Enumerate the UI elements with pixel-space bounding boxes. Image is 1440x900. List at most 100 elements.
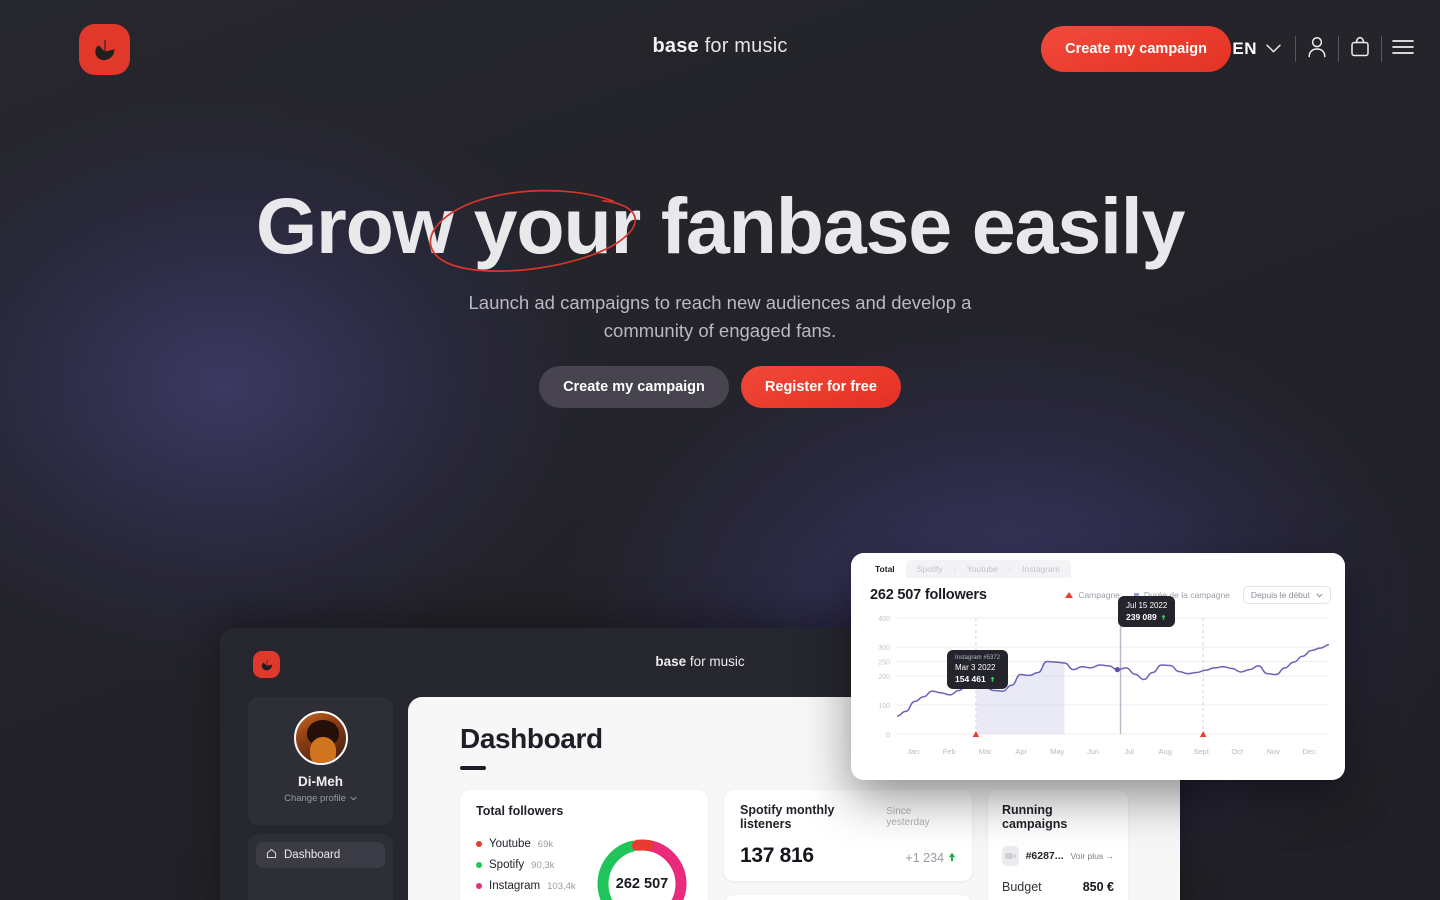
tab-total[interactable]: Total (864, 560, 906, 578)
arrow-up-icon (948, 851, 956, 865)
svg-text:Mar: Mar (979, 747, 992, 756)
followers-chart-card: Total Spotify | Youtube | Instagram 262 … (851, 553, 1345, 780)
svg-text:100: 100 (878, 703, 890, 710)
header-actions: EN (1232, 30, 1424, 68)
dashboard-cards: Total followers Youtube 69k Spotify 90,3… (460, 790, 1180, 900)
headline-part-2: fanbase easily (660, 181, 1186, 270)
brand-bold: base (652, 35, 699, 57)
svg-text:0: 0 (886, 732, 890, 739)
svg-text:200: 200 (878, 674, 890, 681)
svg-text:250: 250 (878, 660, 890, 667)
spotify-card-since: Since yesterday (886, 806, 930, 828)
chart-tabs: Total Spotify | Youtube | Instagram (851, 553, 1345, 578)
hero-actions: Create my campaign Register for free (0, 366, 1440, 408)
tab-youtube[interactable]: Youtube (956, 560, 1009, 578)
tab-instagram[interactable]: Instagram (1011, 560, 1071, 578)
tooltip-value: 239 089 (1126, 612, 1157, 622)
svg-text:Aug: Aug (1159, 747, 1172, 756)
account-button[interactable] (1296, 30, 1338, 68)
cart-button[interactable] (1339, 30, 1381, 68)
svg-text:Nov: Nov (1267, 747, 1281, 756)
video-icon (1002, 846, 1019, 866)
stat-cards-column: Spotify monthly listeners Since yesterda… (724, 790, 972, 900)
menu-button[interactable] (1382, 30, 1424, 68)
sidebar-item-label: Dashboard (284, 849, 341, 861)
svg-text:300: 300 (878, 645, 890, 652)
running-campaigns-card: Running campaigns #6287... Voir plus → B… (988, 790, 1128, 900)
profile-name: Di-Meh (298, 774, 343, 789)
legend-value: 69k (537, 838, 554, 850)
legend-label: Campagne (1078, 590, 1120, 600)
legend-value: 90,3k (531, 859, 555, 871)
arrow-up-icon (990, 674, 995, 684)
language-selector[interactable]: EN (1232, 39, 1295, 59)
subtitle-line-1: Launch ad campaigns to reach new audienc… (468, 292, 972, 313)
range-select-value: Depuis le début (1250, 590, 1310, 600)
followers-line-chart: 0 100 200 250 300 400 Jan Feb Mar Apr May Jun Jul Aug… (851, 596, 1345, 773)
svg-text:Jul: Jul (1124, 747, 1134, 756)
mockup-profile-card: Di-Meh Change profile (248, 697, 393, 825)
mockup-brand-bold: base (655, 654, 687, 669)
svg-text:Apr: Apr (1015, 747, 1027, 756)
chart-total-label: 262 507 followers (870, 587, 987, 603)
chart-tooltip-1: Instagram #5372 Mar 3 2022 154 461 (947, 650, 1009, 689)
chevron-down-icon (1316, 590, 1323, 600)
shopping-bag-icon (1349, 35, 1371, 63)
chart-range-select[interactable]: Depuis le début (1242, 586, 1331, 604)
hero-subtitle: Launch ad campaigns to reach new audienc… (0, 289, 1440, 345)
budget-label: Budget (1002, 880, 1042, 894)
spotify-listeners-card: Spotify monthly listeners Since yesterda… (724, 790, 972, 881)
tab-spotify[interactable]: Spotify (906, 560, 954, 578)
svg-text:Dec: Dec (1303, 747, 1317, 756)
hero-register-button[interactable]: Register for free (740, 366, 901, 408)
chevron-down-icon (350, 793, 357, 804)
total-followers-title: Total followers (476, 804, 564, 818)
svg-text:Sept: Sept (1193, 747, 1209, 756)
arrow-up-icon (1161, 612, 1166, 622)
spotify-card-value: 137 816 (740, 844, 814, 867)
spotify-card-delta: +1 234 (905, 851, 956, 865)
delta-text: +1 234 (905, 851, 944, 865)
mockup-brand-regular: for music (689, 654, 745, 669)
svg-text:400: 400 (878, 616, 890, 623)
donut-center-value: 262 507 (615, 876, 669, 892)
instagram-color-dot (476, 883, 482, 889)
title-underline (460, 766, 486, 770)
spotify-card-label: Spotify monthly listeners (740, 803, 835, 831)
campaigns-title: Running campaigns (1002, 803, 1068, 831)
campaign-id: #6287... (1025, 850, 1064, 862)
tooltip-date: Jul 15 2022 (1126, 601, 1168, 610)
hero-create-campaign-button[interactable]: Create my campaign (539, 366, 729, 408)
change-profile-label: Change profile (284, 793, 346, 804)
chart-header-row: 262 507 followers Campagne Durée de la c… (851, 578, 1345, 604)
svg-text:Oct: Oct (1231, 747, 1244, 756)
header-create-campaign-button[interactable]: Create my campaign (1041, 26, 1231, 72)
landing-page: base for music Create my campaign EN Gro… (0, 0, 1440, 900)
youtube-color-dot (476, 841, 482, 847)
home-icon (266, 848, 277, 862)
legend-campagne: Campagne (1065, 590, 1120, 600)
youtube-views-card: Youtube monthly views Since yesterday (724, 895, 972, 900)
legend-label: Instagram (489, 880, 541, 892)
chart-tooltip-2: Jul 15 2022 239 089 (1118, 596, 1176, 627)
legend-label: Youtube (489, 838, 531, 850)
sidebar-item-dashboard[interactable]: Dashboard (256, 842, 385, 868)
total-followers-card: Total followers Youtube 69k Spotify 90,3… (460, 790, 708, 900)
triangle-marker-icon (1065, 592, 1074, 598)
chevron-down-icon (1266, 40, 1281, 58)
tooltip-source: Instagram #5372 (955, 655, 1001, 661)
change-profile-button[interactable]: Change profile (284, 793, 357, 804)
svg-text:Jan: Jan (907, 747, 919, 756)
page-title: Grow your fanbase easily (0, 186, 1440, 265)
hamburger-menu-icon (1391, 38, 1415, 61)
site-header: base for music Create my campaign EN (0, 0, 1440, 97)
mockup-sidebar-nav: Dashboard (248, 834, 393, 900)
legend-item-instagram: Instagram 103,4k (476, 880, 592, 892)
brand-regular: for music (704, 35, 788, 57)
headline-part-1: Grow (255, 181, 454, 270)
svg-text:May: May (1050, 747, 1064, 756)
svg-text:Feb: Feb (943, 747, 956, 756)
headline-highlight: your (473, 181, 642, 270)
followers-donut-chart: 262 507 (592, 834, 692, 900)
campaign-see-more-link[interactable]: Voir plus → (1071, 851, 1114, 861)
